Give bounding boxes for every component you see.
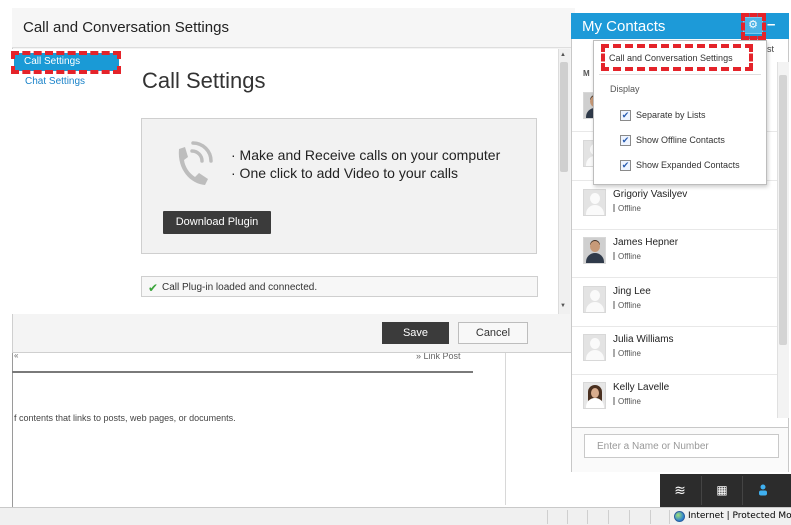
presence-indicator bbox=[613, 349, 615, 357]
contact-status-text: Offline bbox=[618, 397, 641, 406]
contact-name: James Hepner bbox=[613, 237, 679, 248]
status-separator bbox=[608, 510, 609, 524]
option-label: Show Offline Contacts bbox=[636, 135, 725, 145]
feature-text-video: · One click to add Video to your calls bbox=[231, 165, 458, 181]
settings-nav-panel bbox=[12, 49, 121, 314]
contacts-title: My Contacts bbox=[582, 18, 666, 35]
contacts-scrollbar-thumb[interactable] bbox=[779, 75, 787, 345]
contact-status-text: Offline bbox=[618, 301, 641, 310]
contact-name: Jing Lee bbox=[613, 286, 651, 297]
dialog-title: Call and Conversation Settings bbox=[23, 19, 229, 36]
contact-status-text: Offline bbox=[618, 204, 641, 213]
contacts-person-icon[interactable] bbox=[743, 474, 783, 507]
menu-separator bbox=[599, 74, 761, 75]
cancel-button[interactable]: Cancel bbox=[458, 322, 528, 344]
presence-indicator bbox=[613, 204, 615, 212]
scroll-down-arrow-icon[interactable]: ▼ bbox=[560, 303, 566, 309]
avatar-placeholder bbox=[583, 189, 606, 216]
status-separator bbox=[629, 510, 630, 524]
minimize-button[interactable]: – bbox=[767, 16, 775, 33]
contact-search-input[interactable]: Enter a Name or Number bbox=[584, 434, 779, 458]
activity-stream-icon[interactable]: ≋ bbox=[660, 474, 700, 507]
footer-separator bbox=[742, 476, 743, 505]
checkmark-icon: ✔ bbox=[148, 281, 159, 295]
checkbox-checked-icon[interactable]: ✔ bbox=[620, 160, 631, 171]
gear-icon[interactable]: ⚙ bbox=[743, 17, 763, 34]
contact-name: Grigoriy Vasilyev bbox=[613, 189, 688, 200]
person-glyph bbox=[759, 484, 767, 496]
status-separator bbox=[587, 510, 588, 524]
checkbox-checked-icon[interactable]: ✔ bbox=[620, 110, 631, 121]
contact-status-text: Offline bbox=[618, 252, 641, 261]
checkbox-checked-icon[interactable]: ✔ bbox=[620, 135, 631, 146]
status-separator bbox=[567, 510, 568, 524]
status-separator bbox=[650, 510, 651, 524]
presence-indicator bbox=[613, 301, 615, 309]
page-column-divider bbox=[505, 345, 506, 505]
list-group-letter: M bbox=[583, 69, 590, 78]
contact-status-text: Offline bbox=[618, 349, 641, 358]
contact-row[interactable]: Jing Lee Offline bbox=[572, 279, 777, 327]
contact-name: Kelly Lavelle bbox=[613, 382, 670, 393]
option-label: Show Expanded Contacts bbox=[636, 160, 740, 170]
contact-status: Offline bbox=[613, 397, 641, 406]
status-separator bbox=[669, 510, 670, 524]
contact-name: Julia Williams bbox=[613, 334, 674, 345]
menu-item-conversation-settings[interactable]: Call and Conversation Settings bbox=[609, 53, 733, 63]
avatar-photo bbox=[583, 382, 606, 409]
menu-display-heading: Display bbox=[610, 84, 640, 94]
feature-text-calls: · Make and Receive calls on your compute… bbox=[231, 147, 501, 163]
hidden-header-text: st bbox=[767, 44, 775, 54]
security-zone-label[interactable]: Internet | Protected Mode bbox=[688, 511, 791, 521]
avatar-placeholder bbox=[583, 334, 606, 361]
contact-status: Offline bbox=[613, 252, 641, 261]
contact-row[interactable]: James Hepner Offline bbox=[572, 230, 777, 278]
page-description-text: f contents that links to posts, web page… bbox=[14, 413, 236, 423]
option-label: Separate by Lists bbox=[636, 110, 706, 120]
footer-toolbar: ≋ ▦ bbox=[660, 474, 791, 507]
presence-indicator bbox=[613, 252, 615, 260]
contact-status: Offline bbox=[613, 301, 641, 310]
footer-separator bbox=[701, 476, 702, 505]
status-separator bbox=[547, 510, 548, 524]
nav-item-call-settings[interactable]: Call Settings bbox=[14, 53, 119, 71]
scroll-up-arrow-icon[interactable]: ▲ bbox=[560, 52, 566, 58]
browser-status-bar: Internet | Protected Mode bbox=[0, 507, 791, 525]
contact-status: Offline bbox=[613, 204, 641, 213]
page-section-rule bbox=[12, 371, 473, 373]
contact-row[interactable]: Julia Williams Offline bbox=[572, 327, 777, 375]
content-title: Call Settings bbox=[142, 68, 266, 93]
phone-call-icon bbox=[178, 141, 213, 185]
calendar-icon[interactable]: ▦ bbox=[702, 474, 742, 507]
contact-row[interactable]: Grigoriy Vasilyev Offline bbox=[572, 182, 777, 230]
avatar-photo bbox=[583, 237, 606, 264]
dialog-scrollbar-thumb[interactable] bbox=[560, 62, 568, 172]
presence-indicator bbox=[613, 397, 615, 405]
nav-item-chat-settings[interactable]: Chat Settings bbox=[25, 76, 85, 87]
contact-row[interactable]: Kelly Lavelle Offline bbox=[572, 375, 777, 423]
save-button[interactable]: Save bbox=[382, 322, 449, 344]
avatar-placeholder bbox=[583, 286, 606, 313]
download-plugin-button[interactable]: Download Plugin bbox=[163, 211, 271, 234]
contact-status: Offline bbox=[613, 349, 641, 358]
internet-zone-globe-icon bbox=[674, 511, 685, 522]
plugin-status-text: Call Plug-in loaded and connected. bbox=[162, 282, 318, 293]
